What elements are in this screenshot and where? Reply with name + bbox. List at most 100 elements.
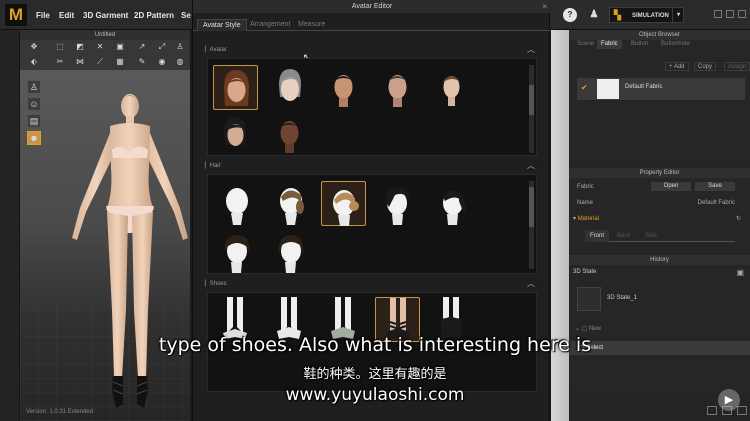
tab-back[interactable]: Back <box>617 230 630 242</box>
hair-thumb-6[interactable] <box>213 229 258 273</box>
users-icon[interactable]: ♟ <box>587 8 601 22</box>
stitch-icon[interactable]: ⤢ <box>158 43 166 51</box>
tab-avatar-style[interactable]: Avatar Style <box>197 19 247 31</box>
avatar-thumb-3[interactable] <box>321 65 366 110</box>
name-value[interactable]: Default Fabric <box>698 198 735 208</box>
refresh-icon[interactable]: ↻ <box>736 214 741 224</box>
check-icon: ✔ <box>581 83 588 92</box>
avatar-editor-window: Avatar Editor × Avatar Style Arrangement… <box>192 0 551 421</box>
zip-icon[interactable]: ◍ <box>176 58 184 66</box>
collapse-chevron-icon[interactable]: ︿ <box>527 44 535 56</box>
garment-tool-icon[interactable]: ♙ <box>27 80 41 94</box>
sew-icon[interactable]: ⋈ <box>76 58 84 66</box>
chevron-down-icon[interactable]: ▾ <box>672 7 684 23</box>
menu-2d-pattern[interactable]: 2D Pattern <box>134 11 174 20</box>
avatar-thumb-2[interactable] <box>267 65 312 110</box>
window-close-icon[interactable] <box>738 10 746 18</box>
property-editor-title: Property Editor <box>569 168 750 178</box>
tab-arrangement[interactable]: Arrangement <box>245 19 295 31</box>
app-logo: M <box>5 4 27 26</box>
shoes-section-header[interactable]: ▏Shoes ︿ <box>205 278 535 290</box>
tack-icon[interactable]: ▣ <box>116 43 124 51</box>
fold-icon[interactable]: ◩ <box>76 43 84 51</box>
tab-fabric[interactable]: Fabric <box>597 40 622 49</box>
copy-button[interactable]: Copy <box>694 62 717 71</box>
pin-icon[interactable]: ✕ <box>96 43 104 51</box>
menu-3d-garment[interactable]: 3D Garment <box>83 11 128 20</box>
tab-buttonhole[interactable]: Buttonhole <box>657 40 694 49</box>
menu-edit[interactable]: Edit <box>59 11 74 20</box>
watermark-url: www.yuyulaoshi.com <box>285 385 465 405</box>
object-browser-panel: Scene Fabric Button Buttonhole + Add Cop… <box>569 40 750 160</box>
avatar-thumb-7[interactable] <box>267 111 312 155</box>
assign-button[interactable]: Assign <box>724 62 750 71</box>
material-row[interactable]: ▾ Material ↻ <box>573 214 743 224</box>
avatar-thumb-1[interactable] <box>213 65 258 110</box>
minimize-icon[interactable] <box>714 10 722 18</box>
layout-icon[interactable] <box>707 406 718 415</box>
avatar-thumb-5[interactable] <box>429 65 474 110</box>
help-icon[interactable]: ? <box>563 8 577 22</box>
cut-icon[interactable]: ✂ <box>56 58 64 66</box>
hair-thumb-7[interactable] <box>267 229 312 273</box>
avatar-editor-tool-icon[interactable]: ☻ <box>27 131 41 145</box>
tab-measure[interactable]: Measure <box>293 19 330 31</box>
avatar-thumb-4[interactable] <box>375 65 420 110</box>
hair-thumb-3[interactable] <box>321 181 366 226</box>
collapse-chevron-icon[interactable]: ︿ <box>527 160 535 172</box>
fabric-list-item[interactable]: ✔ Default Fabric <box>577 78 745 100</box>
arrow-icon[interactable]: ↗ <box>138 43 146 51</box>
grid-icon[interactable]: ▦ <box>116 58 124 66</box>
fold-line-icon[interactable]: ⟋ <box>96 58 104 66</box>
transform-icon[interactable]: ⬖ <box>30 58 38 66</box>
hair-thumb-4[interactable] <box>375 181 420 226</box>
avatar-section-label: Avatar <box>209 47 227 53</box>
collapse-chevron-icon[interactable]: ︿ <box>527 278 535 290</box>
menu-more[interactable]: Se <box>181 11 191 20</box>
simulation-button[interactable]: ▚ SIMULATION ▾ <box>609 7 684 23</box>
add-button[interactable]: + Add <box>665 62 689 71</box>
tab-button[interactable]: Button <box>627 40 652 49</box>
simulation-logo-icon: ▚ <box>614 10 621 20</box>
avatar-gallery-scroll-thumb[interactable] <box>529 85 534 115</box>
hair-thumb-1[interactable] <box>213 181 258 226</box>
hair-bald-icon <box>226 188 248 225</box>
camera-icon[interactable]: ▣ <box>736 268 744 277</box>
select-icon[interactable]: ⬚ <box>56 43 64 51</box>
hair-thumb-2[interactable] <box>267 181 312 226</box>
collapse-icon[interactable]: ⌄ ▢ <box>575 326 589 332</box>
version-text: Version: 1.0.31 Extended <box>26 409 94 415</box>
tab-front[interactable]: Front <box>585 230 610 242</box>
hair-thumb-5[interactable] <box>429 181 474 226</box>
fabric-tool-icon[interactable]: ▤ <box>27 114 41 128</box>
property-editor-panel: Fabric Open Save Name Default Fabric ▾ M… <box>569 178 750 250</box>
history-state-item[interactable]: 3D State_1 <box>577 285 745 315</box>
history-state-name: 3D State_1 <box>607 295 638 301</box>
shoes-section-label: Shoes <box>209 281 227 287</box>
simulation-label: SIMULATION <box>632 13 669 19</box>
right-panels: ? ♟ ▚ SIMULATION ▾ Object Browser Scene … <box>551 0 750 421</box>
hair-gallery-scroll-thumb[interactable] <box>529 187 534 227</box>
save-button[interactable]: Save <box>695 182 735 191</box>
avatar-tool-icon[interactable]: ☺ <box>27 97 41 111</box>
full-view-icon[interactable] <box>737 406 747 415</box>
avatar-section-header[interactable]: ▏Avatar ︿ <box>205 44 535 56</box>
fabric-swatch <box>597 79 619 99</box>
hair-gallery-scrollbar[interactable] <box>529 181 534 269</box>
avatar-gallery-scrollbar[interactable] <box>529 65 534 153</box>
avatar-thumb-6[interactable] <box>213 111 258 155</box>
tab-side[interactable]: Side <box>645 230 657 242</box>
shirt-icon[interactable]: ♙ <box>176 43 184 51</box>
maximize-icon[interactable] <box>726 10 734 18</box>
fabric-label: Fabric <box>577 184 594 190</box>
open-button[interactable]: Open <box>651 182 691 191</box>
close-icon[interactable]: × <box>542 0 547 13</box>
hair-section-header[interactable]: ▏Hair ︿ <box>205 160 535 172</box>
menu-file[interactable]: File <box>36 11 50 20</box>
tab-scene[interactable]: Scene <box>573 40 598 49</box>
move-icon[interactable]: ✥ <box>30 43 38 51</box>
history-title: History <box>569 255 750 265</box>
pencil-icon[interactable]: ✎ <box>138 58 146 66</box>
button-icon[interactable]: ◉ <box>158 58 166 66</box>
name-label: Name <box>577 200 594 206</box>
